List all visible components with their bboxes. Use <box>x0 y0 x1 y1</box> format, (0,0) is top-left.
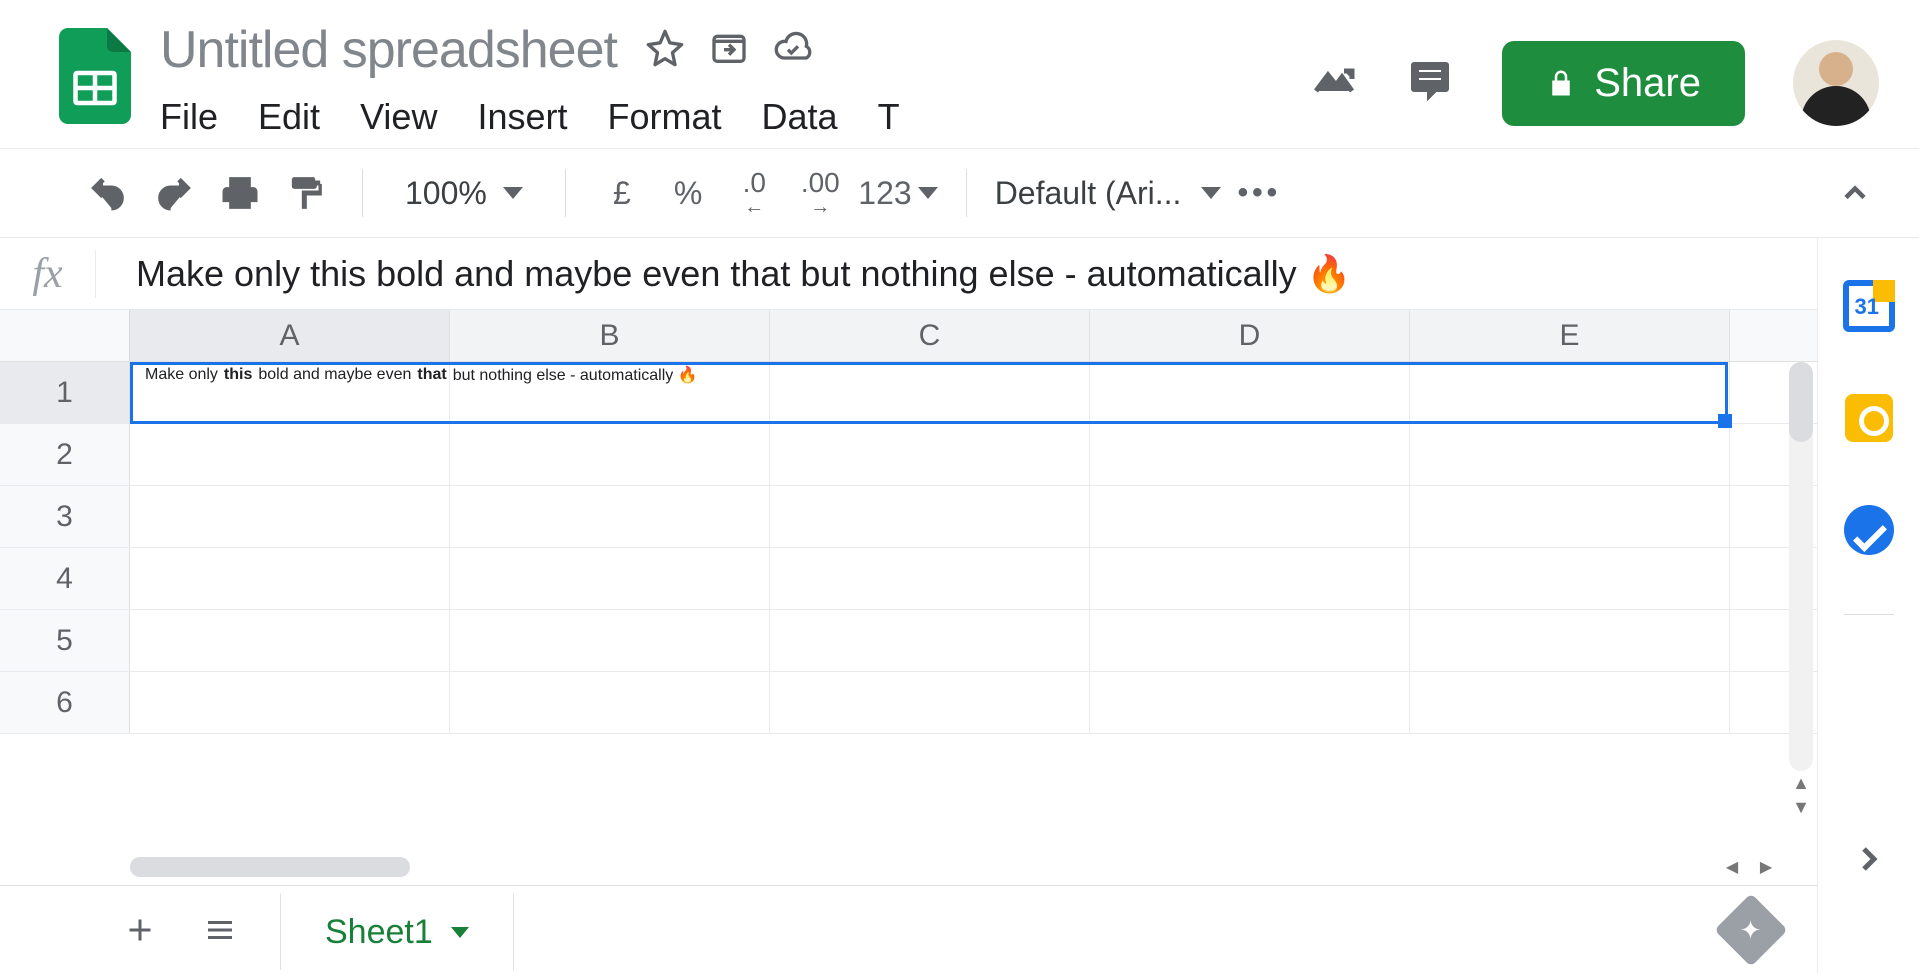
star-icon[interactable] <box>645 28 685 73</box>
row-header-1[interactable]: 1 <box>0 362 130 423</box>
sheet-tab-label: Sheet1 <box>325 913 433 952</box>
document-title[interactable]: Untitled spreadsheet <box>160 20 617 80</box>
add-sheet-button[interactable] <box>120 910 160 950</box>
cell-B4[interactable] <box>450 548 770 609</box>
cell-C5[interactable] <box>770 610 1090 671</box>
sheet-tabs-bar: Sheet1 <box>0 885 1817 973</box>
side-separator <box>1844 614 1894 615</box>
cell-A4[interactable] <box>130 548 450 609</box>
cell-A1[interactable] <box>130 362 450 423</box>
cell-E5[interactable] <box>1410 610 1730 671</box>
cell-D2[interactable] <box>1090 424 1410 485</box>
cell-E6[interactable] <box>1410 672 1730 733</box>
decrease-decimal-button[interactable]: .0← <box>726 165 782 221</box>
calendar-icon[interactable] <box>1841 278 1897 334</box>
menu-insert[interactable]: Insert <box>477 96 567 138</box>
side-panel <box>1817 238 1919 973</box>
move-icon[interactable] <box>709 28 749 73</box>
cell-E1[interactable] <box>1410 362 1730 423</box>
cell-B3[interactable] <box>450 486 770 547</box>
all-sheets-button[interactable] <box>200 910 240 950</box>
cell-C2[interactable] <box>770 424 1090 485</box>
row-header-4[interactable]: 4 <box>0 548 130 609</box>
undo-button[interactable] <box>80 165 136 221</box>
cell-B2[interactable] <box>450 424 770 485</box>
font-select[interactable]: Default (Ari... <box>995 175 1222 212</box>
account-avatar[interactable] <box>1793 40 1879 126</box>
sheet-tab-menu-icon[interactable] <box>451 927 469 938</box>
print-button[interactable] <box>212 165 268 221</box>
cell-C4[interactable] <box>770 548 1090 609</box>
share-button[interactable]: Share <box>1502 41 1745 126</box>
tasks-icon[interactable] <box>1841 502 1897 558</box>
menu-file[interactable]: File <box>160 96 218 138</box>
formula-bar: fx Make only this bold and maybe even th… <box>0 238 1817 310</box>
col-header-E[interactable]: E <box>1410 310 1730 361</box>
row-header-5[interactable]: 5 <box>0 610 130 671</box>
cell-C3[interactable] <box>770 486 1090 547</box>
comments-icon[interactable] <box>1406 57 1454 110</box>
col-header-C[interactable]: C <box>770 310 1090 361</box>
more-formats-button[interactable]: 123 <box>858 165 937 221</box>
cell-D6[interactable] <box>1090 672 1410 733</box>
cell-E3[interactable] <box>1410 486 1730 547</box>
select-all-corner[interactable] <box>0 310 130 361</box>
menu-data[interactable]: Data <box>762 96 838 138</box>
menu-view[interactable]: View <box>360 96 437 138</box>
vertical-scrollbar[interactable]: ▲ ▼ <box>1789 362 1813 819</box>
menu-format[interactable]: Format <box>608 96 722 138</box>
increase-decimal-button[interactable]: .00→ <box>792 165 848 221</box>
col-header-A[interactable]: A <box>130 310 450 361</box>
cell-D4[interactable] <box>1090 548 1410 609</box>
cell-A6[interactable] <box>130 672 450 733</box>
redo-button[interactable] <box>146 165 202 221</box>
sheets-logo[interactable] <box>50 20 140 124</box>
menu-edit[interactable]: Edit <box>258 96 320 138</box>
zoom-select[interactable]: 100% <box>391 175 537 212</box>
row-header-3[interactable]: 3 <box>0 486 130 547</box>
cell-B5[interactable] <box>450 610 770 671</box>
share-label: Share <box>1594 61 1701 106</box>
hide-side-panel-button[interactable] <box>1841 831 1897 887</box>
col-header-D[interactable]: D <box>1090 310 1410 361</box>
formula-input[interactable]: Make only this bold and maybe even that … <box>96 253 1817 295</box>
menu-bar: File Edit View Insert Format Data T <box>160 96 1290 138</box>
cell-D1[interactable] <box>1090 362 1410 423</box>
paint-format-button[interactable] <box>278 165 334 221</box>
cloud-status-icon[interactable] <box>773 28 813 73</box>
cell-C6[interactable] <box>770 672 1090 733</box>
row-header-2[interactable]: 2 <box>0 424 130 485</box>
cell-E4[interactable] <box>1410 548 1730 609</box>
activity-icon[interactable] <box>1310 57 1358 110</box>
keep-icon[interactable] <box>1841 390 1897 446</box>
toolbar: 100% £ % .0← .00→ 123 Default (Ari... ••… <box>0 149 1919 238</box>
cell-A5[interactable] <box>130 610 450 671</box>
cell-E2[interactable] <box>1410 424 1730 485</box>
cell-D5[interactable] <box>1090 610 1410 671</box>
percent-button[interactable]: % <box>660 165 716 221</box>
row-header-6[interactable]: 6 <box>0 672 130 733</box>
collapse-toolbar-button[interactable] <box>1827 165 1883 221</box>
menu-more[interactable]: T <box>878 96 900 138</box>
explore-button[interactable] <box>1725 904 1777 956</box>
fx-icon[interactable]: fx <box>0 250 96 298</box>
cell-A3[interactable] <box>130 486 450 547</box>
cell-C1[interactable] <box>770 362 1090 423</box>
currency-button[interactable]: £ <box>594 165 650 221</box>
cell-A2[interactable] <box>130 424 450 485</box>
sheet-tab-sheet1[interactable]: Sheet1 <box>280 892 514 970</box>
spreadsheet-grid[interactable]: A B C D E 123456 Make only this bold and… <box>0 310 1817 849</box>
header: Untitled spreadsheet File Edit View Inse… <box>0 0 1919 149</box>
cell-B1[interactable] <box>450 362 770 423</box>
cell-D3[interactable] <box>1090 486 1410 547</box>
toolbar-more-button[interactable]: ••• <box>1231 165 1287 221</box>
horizontal-scrollbar[interactable]: ◀▶ <box>0 849 1817 885</box>
cell-B6[interactable] <box>450 672 770 733</box>
col-header-B[interactable]: B <box>450 310 770 361</box>
